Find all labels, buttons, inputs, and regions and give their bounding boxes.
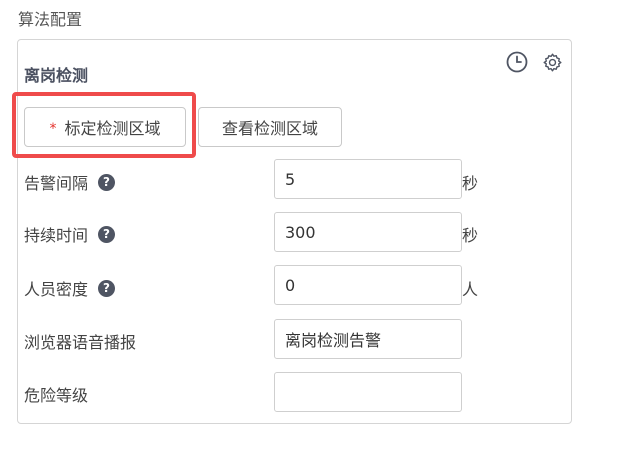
help-icon[interactable]: ? bbox=[98, 225, 116, 243]
view-area-label: 查看检测区域 bbox=[221, 119, 318, 138]
gear-icon[interactable] bbox=[542, 52, 563, 73]
section-title: 算法配置 bbox=[18, 10, 83, 29]
alarm-interval-input[interactable]: 5 bbox=[274, 159, 462, 199]
required-mark: * bbox=[49, 121, 57, 137]
personnel-density-input[interactable]: 0 bbox=[274, 265, 462, 305]
browser-voice-input[interactable]: 离岗检测告警 bbox=[274, 319, 462, 359]
duration-input[interactable]: 300 bbox=[274, 212, 462, 252]
clock-icon[interactable] bbox=[506, 51, 528, 73]
duration-label: 持续时间 ? bbox=[24, 222, 116, 246]
alarm-interval-unit: 秒 bbox=[462, 174, 479, 193]
calibrate-area-button[interactable]: * 标定检测区域 bbox=[24, 107, 186, 147]
personnel-density-unit: 人 bbox=[462, 280, 479, 299]
duration-unit: 秒 bbox=[462, 226, 479, 245]
help-icon[interactable]: ? bbox=[98, 279, 116, 297]
personnel-density-label: 人员密度 ? bbox=[24, 276, 116, 300]
calibrate-area-label: 标定检测区域 bbox=[64, 119, 161, 138]
danger-level-label: 危险等级 bbox=[24, 386, 89, 405]
panel-title: 离岗检测 bbox=[24, 66, 89, 85]
help-icon[interactable]: ? bbox=[98, 173, 116, 191]
view-area-button[interactable]: 查看检测区域 bbox=[198, 107, 342, 147]
browser-voice-label: 浏览器语音播报 bbox=[24, 333, 137, 352]
danger-level-input[interactable] bbox=[274, 372, 462, 412]
alarm-interval-label: 告警间隔 ? bbox=[24, 170, 116, 194]
